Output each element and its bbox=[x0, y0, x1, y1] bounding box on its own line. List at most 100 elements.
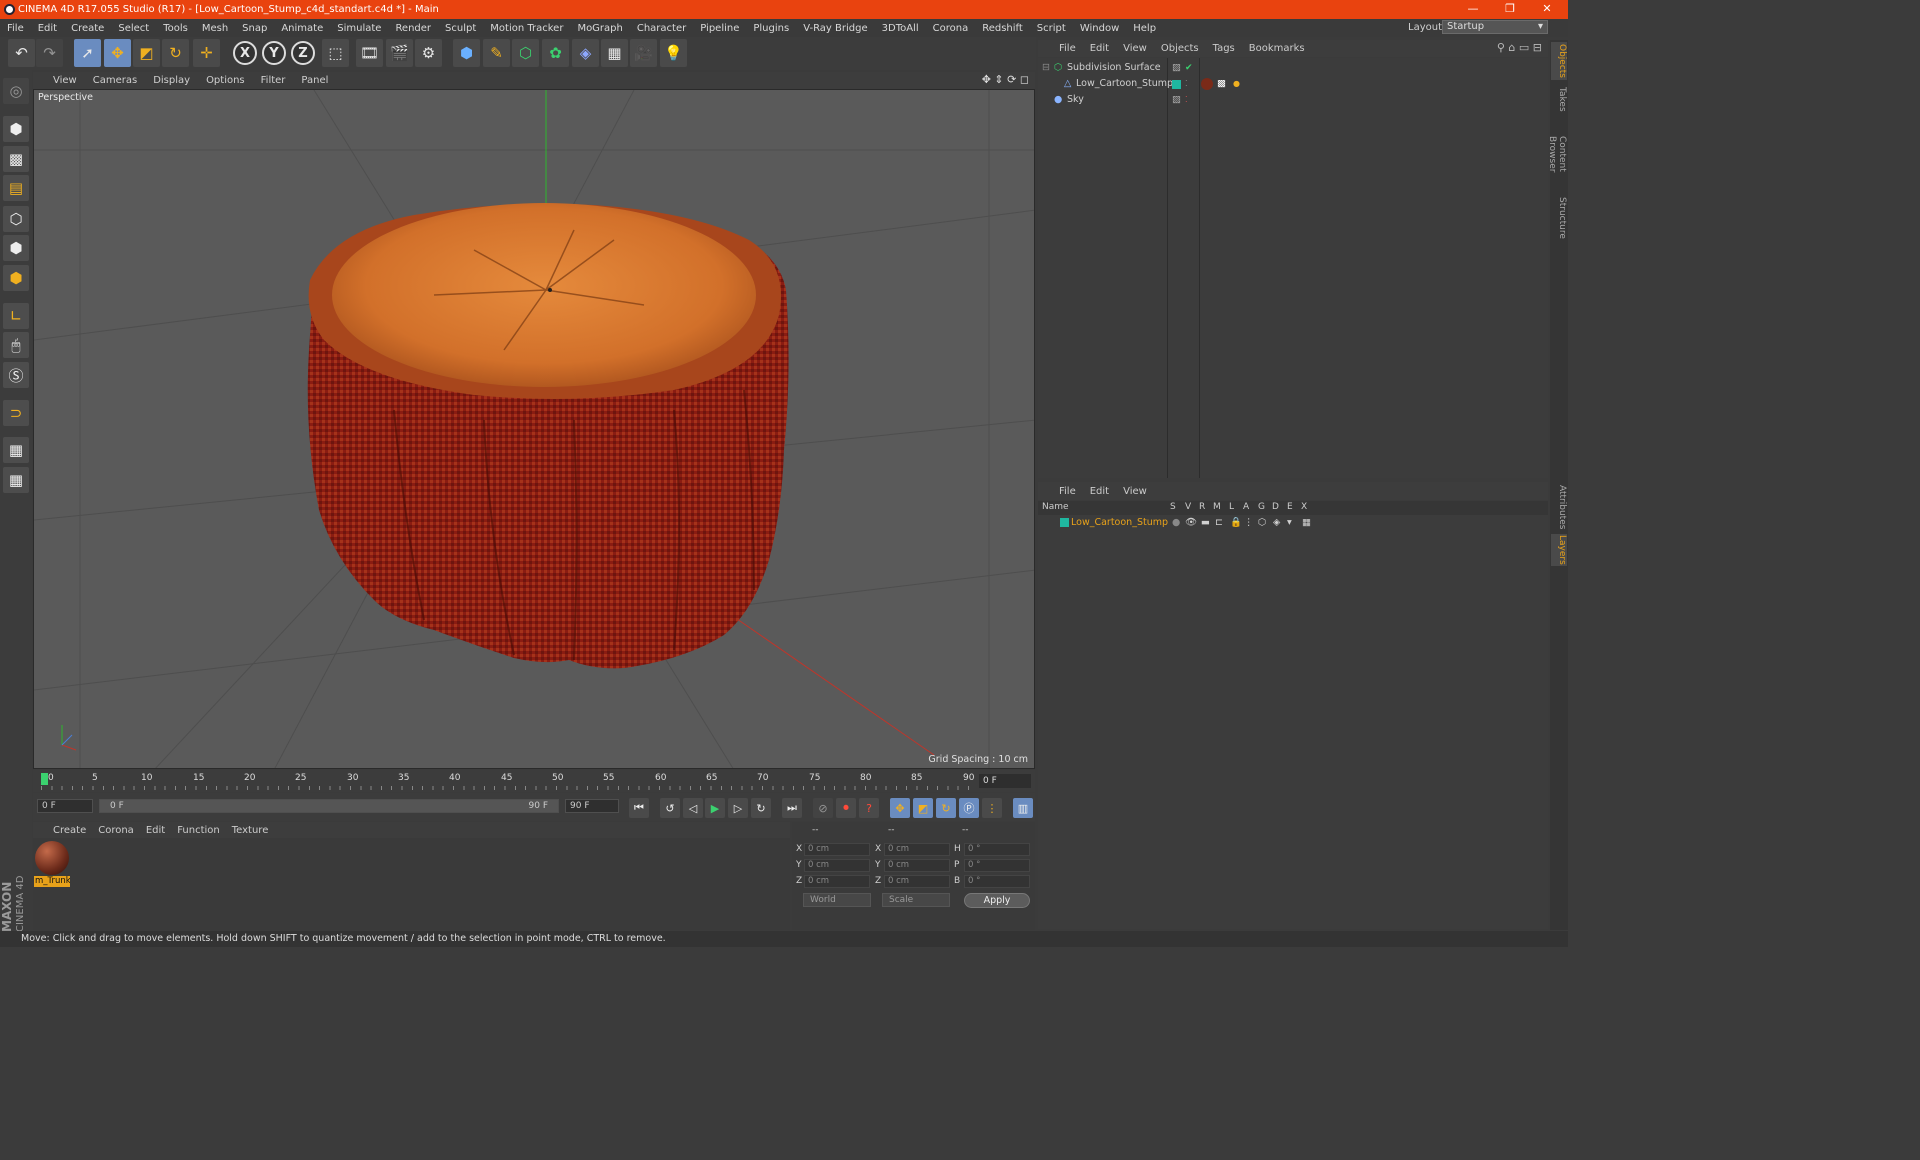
lock-icon[interactable]: 🔒 bbox=[1230, 515, 1242, 531]
render-picture-viewer-icon[interactable]: 🎬 bbox=[386, 39, 413, 67]
tweak-mode-icon[interactable]: 🖱 bbox=[3, 332, 29, 358]
material-tag-icon[interactable] bbox=[1201, 78, 1213, 90]
rotate-tool-icon[interactable]: ↻ bbox=[162, 39, 189, 67]
menu-tools[interactable]: Tools bbox=[156, 23, 195, 34]
object-row-subdivision-surface[interactable]: ⊟ ⬡ Subdivision Surface ▨ ✔ bbox=[1038, 60, 1548, 76]
object-name[interactable]: Sky bbox=[1067, 92, 1084, 108]
visibility-dots-icon[interactable]: ⁚ bbox=[1185, 76, 1188, 92]
menu-animate[interactable]: Animate bbox=[274, 23, 330, 34]
object-menu-file[interactable]: File bbox=[1052, 43, 1083, 54]
menu-motion-tracker[interactable]: Motion Tracker bbox=[483, 23, 570, 34]
object-name[interactable]: Subdivision Surface bbox=[1067, 60, 1161, 76]
tab-content-browser[interactable]: Content Browser bbox=[1547, 118, 1567, 190]
layer-swatch-icon[interactable]: ▨ bbox=[1172, 60, 1181, 76]
menu-corona[interactable]: Corona bbox=[926, 23, 976, 34]
object-menu-edit[interactable]: Edit bbox=[1083, 43, 1116, 54]
layer-menu-file[interactable]: File bbox=[1052, 486, 1083, 497]
menu-mograph[interactable]: MoGraph bbox=[570, 23, 629, 34]
rotation-b-field[interactable]: 0 ° bbox=[964, 875, 1030, 888]
material-menu-function[interactable]: Function bbox=[171, 825, 226, 836]
start-frame-field[interactable]: 0 F bbox=[37, 799, 93, 813]
camera-icon[interactable]: 🎥 bbox=[630, 39, 657, 67]
layer-swatch-icon[interactable]: ▨ bbox=[1172, 92, 1181, 108]
tab-attributes[interactable]: Attributes bbox=[1551, 484, 1567, 530]
object-manager-search-icons[interactable]: ⚲ ⌂ ▭ ⊟ bbox=[1497, 41, 1542, 54]
generators-icon[interactable]: ⬡ bbox=[1258, 515, 1266, 531]
viewport-menu-cameras[interactable]: Cameras bbox=[85, 75, 145, 86]
view-icon[interactable]: 👁 bbox=[1185, 515, 1197, 531]
solo-icon[interactable]: ● bbox=[1172, 515, 1180, 531]
layer-name[interactable]: Low_Cartoon_Stump bbox=[1071, 515, 1168, 531]
undo-icon[interactable]: ↶ bbox=[8, 39, 35, 67]
menu-select[interactable]: Select bbox=[111, 23, 156, 34]
menu-snap[interactable]: Snap bbox=[235, 23, 274, 34]
play-icon[interactable]: ▶ bbox=[705, 798, 725, 818]
coordinate-system-icon[interactable]: ⬚ bbox=[322, 39, 349, 67]
manager-icon[interactable]: ⊏ bbox=[1215, 515, 1223, 531]
record-keys-icon[interactable]: ⏺ bbox=[836, 798, 856, 818]
floor-icon[interactable]: ▦ bbox=[601, 39, 628, 67]
restore-icon[interactable]: ❐ bbox=[1503, 2, 1517, 16]
snap-icon[interactable]: Ⓢ bbox=[3, 362, 29, 388]
deformer-icon[interactable]: ◈ bbox=[572, 39, 599, 67]
coordinate-mode-dropdown[interactable]: Scale bbox=[882, 893, 950, 907]
render-settings-icon[interactable]: ⚙ bbox=[415, 39, 442, 67]
texture-mode-icon[interactable]: ▩ bbox=[3, 146, 29, 172]
end-frame-field[interactable]: 90 F bbox=[565, 799, 619, 813]
x-axis-lock-button[interactable]: X bbox=[233, 41, 257, 65]
close-icon[interactable]: ✕ bbox=[1540, 2, 1554, 16]
layout-dropdown[interactable]: Startup ▾ bbox=[1442, 20, 1548, 34]
material-menu-create[interactable]: Create bbox=[47, 825, 92, 836]
object-menu-bookmarks[interactable]: Bookmarks bbox=[1242, 43, 1312, 54]
next-key-icon[interactable]: ↻ bbox=[751, 798, 771, 818]
go-to-start-icon[interactable]: ⏮ bbox=[629, 798, 649, 818]
step-forward-icon[interactable]: ▷ bbox=[728, 798, 748, 818]
cloner-icon[interactable]: ✿ bbox=[542, 39, 569, 67]
object-row-low-cartoon-stump[interactable]: △ Low_Cartoon_Stump ⁚ ▩ ● bbox=[1038, 76, 1548, 92]
rotation-p-field[interactable]: 0 ° bbox=[964, 859, 1030, 872]
axis-mode-icon[interactable]: ∟ bbox=[3, 303, 29, 329]
render-icon[interactable]: ▬ bbox=[1201, 515, 1210, 531]
layer-color-swatch[interactable] bbox=[1172, 80, 1181, 89]
viewport-navigation-icons[interactable]: ✥ ⇕ ⟳ ◻ bbox=[982, 73, 1029, 86]
menu-file[interactable]: File bbox=[0, 23, 31, 34]
timeline-ruler[interactable]: 0 5 10 15 20 25 30 35 40 45 50 55 60 65 … bbox=[33, 770, 1035, 792]
object-menu-objects[interactable]: Objects bbox=[1154, 43, 1206, 54]
expressions-icon[interactable]: ▾ bbox=[1287, 515, 1292, 531]
menu-plugins[interactable]: Plugins bbox=[746, 23, 796, 34]
previous-key-icon[interactable]: ↺ bbox=[660, 798, 680, 818]
points-mode-icon[interactable]: ⬡ bbox=[3, 206, 29, 232]
live-selection-icon[interactable]: ➚ bbox=[74, 39, 101, 67]
menu-mesh[interactable]: Mesh bbox=[195, 23, 235, 34]
layer-color-swatch[interactable] bbox=[1060, 518, 1069, 527]
coordinate-space-dropdown[interactable]: World bbox=[803, 893, 871, 907]
enabled-check-icon[interactable]: ✔ bbox=[1185, 60, 1193, 76]
tab-structure[interactable]: Structure bbox=[1551, 196, 1567, 240]
size-x-field[interactable]: 0 cm bbox=[884, 843, 950, 856]
edges-mode-icon[interactable]: ⬢ bbox=[3, 235, 29, 261]
minimize-icon[interactable]: — bbox=[1466, 2, 1480, 16]
apply-button[interactable]: Apply bbox=[964, 893, 1030, 908]
rotation-h-field[interactable]: 0 ° bbox=[964, 843, 1030, 856]
cube-object-icon[interactable]: ⬢ bbox=[453, 39, 480, 67]
layer-menu-view[interactable]: View bbox=[1116, 486, 1154, 497]
motion-path-icon[interactable]: ⊘ bbox=[813, 798, 833, 818]
timeline-window-icon[interactable]: ▥ bbox=[1013, 798, 1033, 818]
layer-menu-edit[interactable]: Edit bbox=[1083, 486, 1116, 497]
object-name[interactable]: Low_Cartoon_Stump bbox=[1076, 76, 1173, 92]
menu-create[interactable]: Create bbox=[64, 23, 111, 34]
menu-redshift[interactable]: Redshift bbox=[975, 23, 1030, 34]
tab-objects[interactable]: Objects bbox=[1551, 42, 1567, 80]
step-back-icon[interactable]: ◁ bbox=[683, 798, 703, 818]
autokey-icon[interactable]: ? bbox=[859, 798, 879, 818]
animation-icon[interactable]: ⋮ bbox=[1244, 515, 1254, 531]
tab-takes[interactable]: Takes bbox=[1551, 84, 1567, 114]
object-row-sky[interactable]: ● Sky ▨ ⁚ bbox=[1038, 92, 1548, 108]
workplane-icon[interactable]: ▤ bbox=[3, 175, 29, 201]
go-to-end-icon[interactable]: ⏭ bbox=[782, 798, 802, 818]
menu-edit[interactable]: Edit bbox=[31, 23, 64, 34]
tab-layers[interactable]: Layers bbox=[1551, 534, 1567, 566]
viewport-menu-options[interactable]: Options bbox=[198, 75, 253, 86]
magnet-icon[interactable]: ⊃ bbox=[3, 400, 29, 426]
menu-window[interactable]: Window bbox=[1073, 23, 1126, 34]
